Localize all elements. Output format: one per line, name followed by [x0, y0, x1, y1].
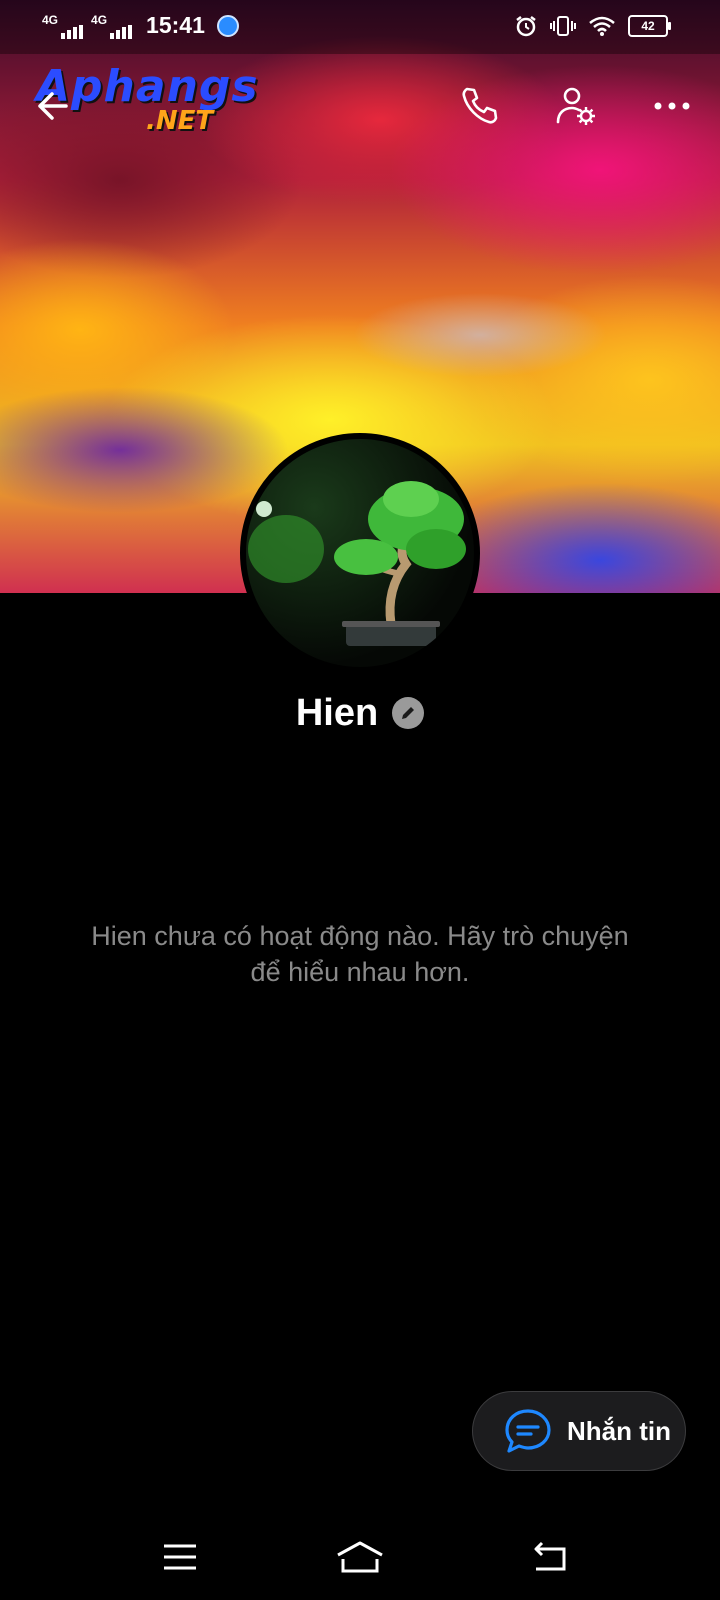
more-button[interactable]	[648, 82, 696, 130]
network-type-1: 4G	[42, 12, 59, 27]
chat-bubble-icon	[505, 1409, 551, 1453]
battery-icon: 42	[628, 15, 671, 37]
back-icon	[534, 1541, 566, 1571]
message-button[interactable]: Nhắn tin	[472, 1391, 686, 1471]
more-icon	[654, 102, 690, 110]
recents-button[interactable]	[150, 1532, 210, 1582]
clock: 15:41	[146, 12, 205, 38]
signal-icon: 4G	[42, 12, 84, 39]
message-button-label: Nhắn tin	[567, 1415, 671, 1446]
system-back-button[interactable]	[520, 1532, 580, 1582]
battery-level: 42	[641, 19, 655, 33]
alarm-icon	[516, 16, 536, 37]
status-right: 42	[514, 14, 671, 38]
watermark-sub: .NET	[146, 106, 214, 136]
avatar[interactable]	[240, 433, 480, 673]
back-button[interactable]	[30, 82, 78, 130]
call-button[interactable]	[456, 82, 504, 130]
profile-name: Hien	[295, 691, 379, 734]
menu-icon	[164, 1544, 196, 1570]
pencil-icon	[402, 707, 415, 719]
status-bar: 4G 4G 15:41 42	[0, 0, 720, 54]
home-button[interactable]	[330, 1532, 390, 1582]
bonsai-tree-image	[248, 481, 466, 646]
wifi-icon	[589, 16, 615, 36]
home-icon	[337, 1541, 383, 1573]
system-nav-bar	[0, 1522, 720, 1600]
network-type-2: 4G	[91, 12, 108, 27]
empty-activity-message: Hien chưa có hoạt động nào. Hãy trò chuy…	[91, 921, 629, 987]
back-arrow-icon	[38, 92, 68, 120]
status-left: 4G 4G 15:41	[42, 12, 239, 39]
phone-icon	[462, 87, 498, 124]
location-icon	[216, 14, 239, 37]
person-settings-icon	[556, 87, 595, 125]
profile-settings-button[interactable]	[552, 82, 600, 130]
edit-name-button[interactable]	[392, 697, 425, 729]
signal-icon: 4G	[91, 12, 133, 39]
profile-header: Aphangs .NET	[0, 64, 720, 144]
profile-name-row: Hien	[0, 688, 720, 738]
vibrate-icon	[550, 16, 576, 36]
